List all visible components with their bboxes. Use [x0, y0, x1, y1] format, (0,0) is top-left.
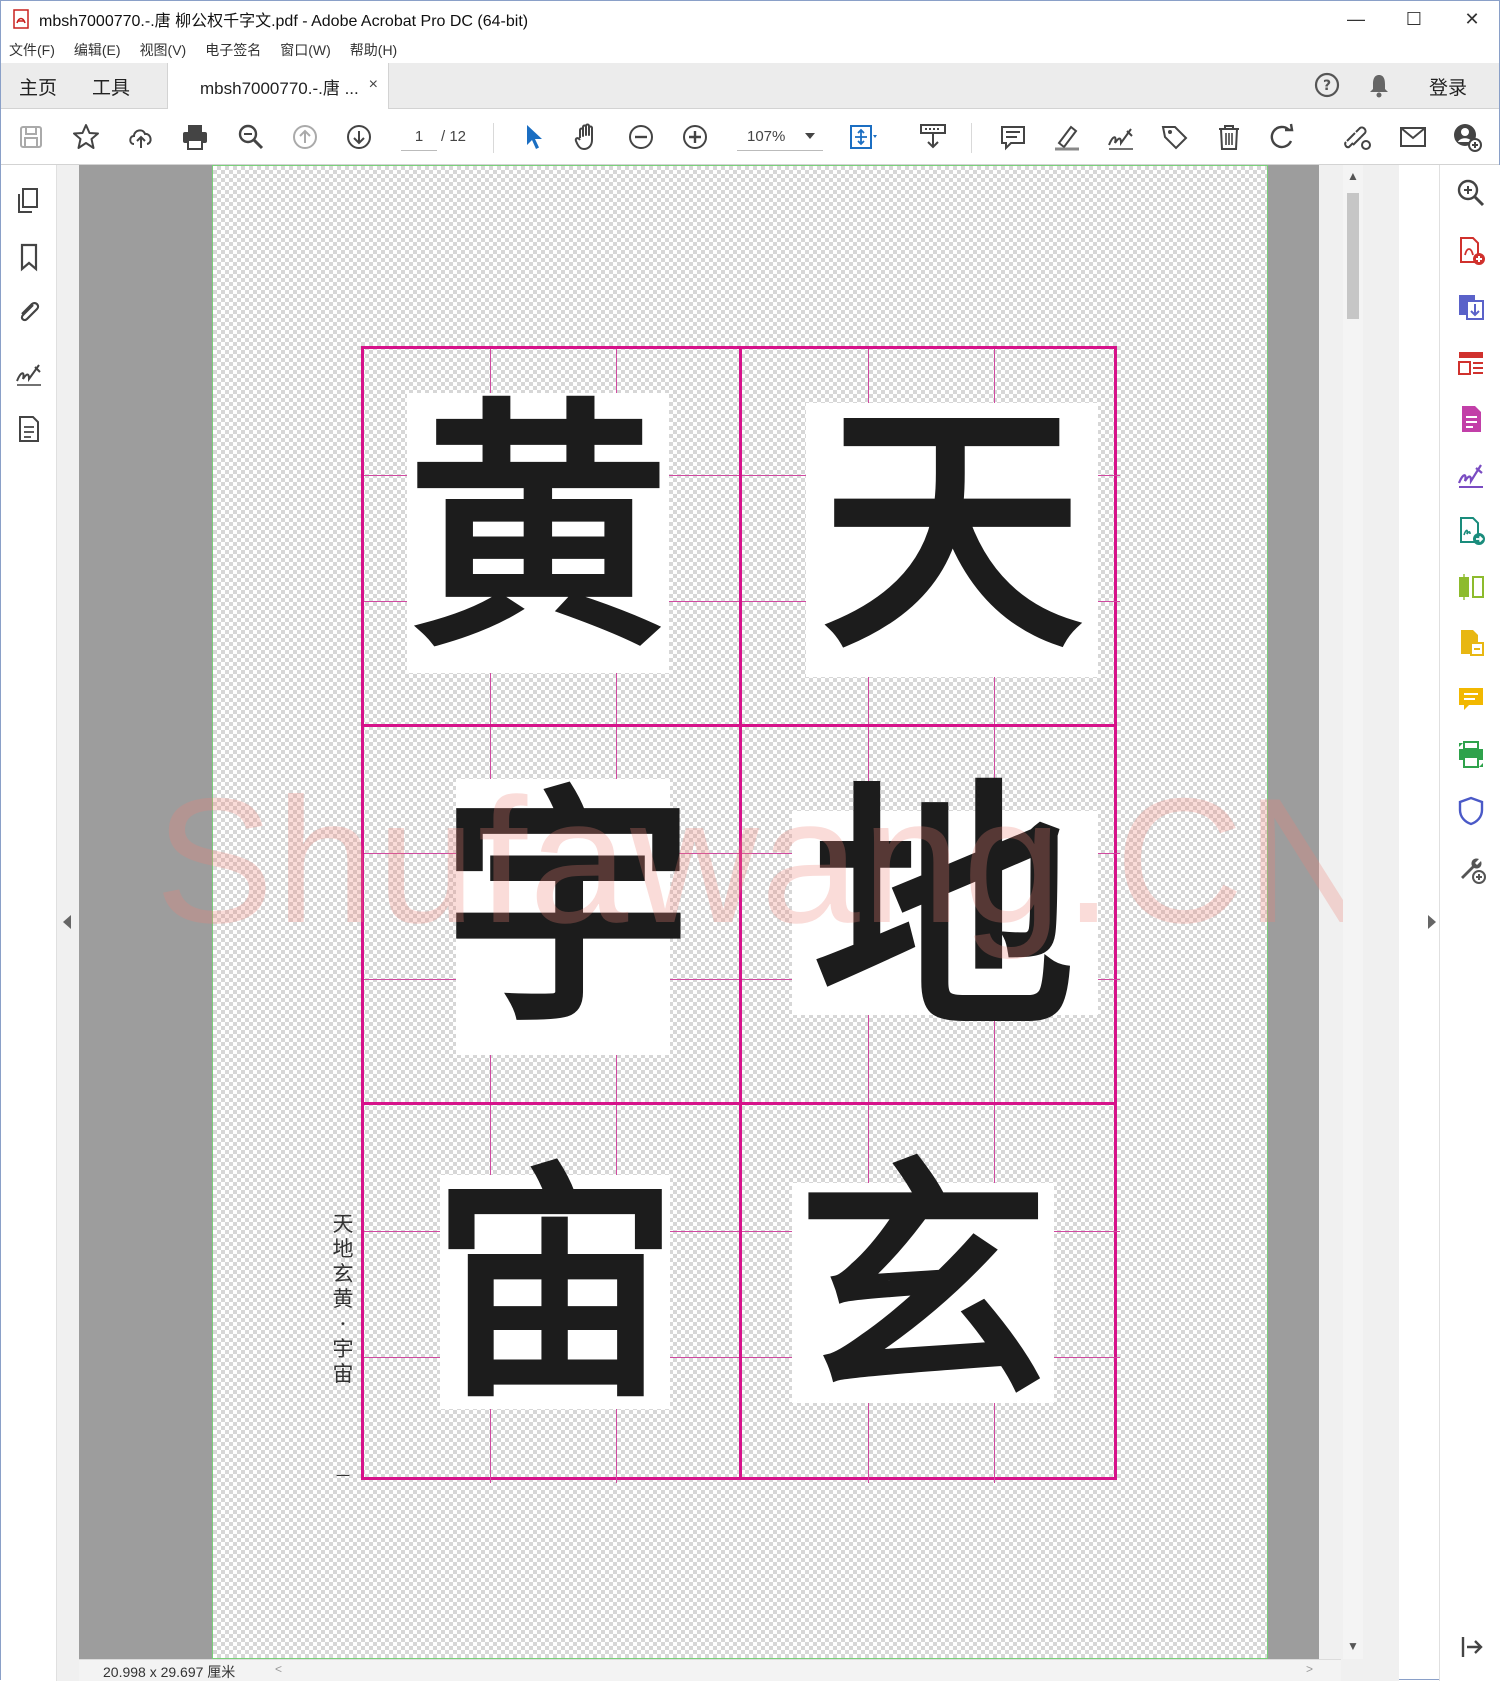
right-tools-panel [1428, 165, 1500, 1681]
scroll-mode-icon[interactable] [917, 121, 949, 153]
page-down-icon[interactable] [343, 121, 375, 153]
scan-icon[interactable] [1455, 627, 1487, 659]
svg-text:?: ? [1323, 78, 1331, 94]
collapse-right-icon[interactable] [1455, 1631, 1487, 1663]
grid-cell: 天 [742, 349, 1120, 727]
menu-edit[interactable]: 编辑(E) [74, 40, 121, 60]
left-navigation-panel [1, 165, 57, 1681]
calligraphy-char-tian: 天 [821, 376, 1083, 684]
left-gutter [57, 165, 79, 1659]
login-button[interactable]: 登录 [1429, 73, 1467, 100]
scroll-thumb[interactable] [1347, 193, 1359, 319]
status-bar: 20.998 x 29.697 厘米 < > [79, 1659, 1341, 1681]
create-pdf-icon[interactable] [1455, 235, 1487, 267]
page-caption: 天地玄黄 · 宇宙 [332, 1212, 354, 1386]
minimize-button[interactable]: — [1327, 1, 1385, 37]
bookmark-star-icon[interactable] [70, 121, 102, 153]
zoom-out-icon[interactable] [625, 121, 657, 153]
rotate-icon[interactable] [1267, 121, 1299, 153]
vertical-scrollbar[interactable]: ▲ ▼ [1343, 165, 1363, 1659]
tab-document[interactable]: mbsh7000770.-.唐 ... × [167, 63, 389, 110]
signature-icon[interactable] [13, 357, 45, 389]
email-icon[interactable] [1397, 121, 1429, 153]
grid-cell: 玄 [742, 1105, 1120, 1483]
delete-icon[interactable] [1213, 121, 1245, 153]
tab-home[interactable]: 主页 [19, 73, 57, 100]
calligraphy-char-huang: 黄 [407, 374, 669, 682]
document-view[interactable]: 黄 天 宇 地 宙 玄 天 地 玄 黄 · 宇 宙 一 Shufawang.CN [57, 165, 1399, 1681]
page-dimensions: 20.998 x 29.697 厘米 [103, 1664, 236, 1680]
tab-document-label: mbsh7000770.-.唐 ... [200, 79, 359, 98]
close-button[interactable]: ✕ [1443, 1, 1500, 37]
page-number-input[interactable]: 1 [401, 123, 437, 151]
zoom-search-icon[interactable] [235, 121, 267, 153]
add-user-icon[interactable] [1451, 121, 1483, 153]
toolbar-separator [971, 123, 972, 153]
tag-icon[interactable] [1159, 121, 1191, 153]
zoom-in-icon[interactable] [679, 121, 711, 153]
more-tools-icon[interactable] [1455, 853, 1487, 885]
help-icon[interactable]: ? [1313, 71, 1341, 99]
collapse-right-pane-icon[interactable] [1428, 915, 1436, 929]
collapse-left-panel-icon[interactable] [63, 915, 71, 929]
export-pdf-icon[interactable] [1455, 291, 1487, 323]
edit-pdf-icon[interactable] [1455, 403, 1487, 435]
tab-close-button[interactable]: × [369, 76, 378, 94]
fit-page-icon[interactable] [847, 121, 879, 153]
hand-icon[interactable] [571, 121, 603, 153]
save-icon[interactable] [15, 121, 47, 153]
zoom-dropdown-caret[interactable] [805, 133, 815, 139]
organize-pages-icon[interactable] [1455, 347, 1487, 379]
maximize-button[interactable]: ☐ [1385, 1, 1443, 37]
attachment-icon[interactable] [13, 297, 45, 329]
protect-icon[interactable] [1455, 795, 1487, 827]
calligraphy-char-xuan: 玄 [796, 1135, 1049, 1431]
toolbar-separator [493, 123, 494, 153]
window-title: mbsh7000770.-.唐 柳公权千字文.pdf - Adobe Acrob… [39, 13, 529, 30]
grid-cell: 宙 [364, 1105, 742, 1483]
select-cursor-icon[interactable] [517, 121, 549, 153]
menu-esign[interactable]: 电子签名 [205, 40, 261, 60]
search-zoom-icon[interactable] [1455, 177, 1487, 209]
bookmark-icon[interactable] [13, 241, 45, 273]
compare-icon[interactable] [1455, 571, 1487, 603]
pages-icon[interactable] [13, 185, 45, 217]
sign-icon[interactable] [1105, 121, 1137, 153]
comment-tool-icon[interactable] [1455, 683, 1487, 715]
scroll-left-icon[interactable]: < [275, 1662, 282, 1676]
menu-help[interactable]: 帮助(H) [350, 40, 397, 60]
send-for-signature-icon[interactable] [1455, 515, 1487, 547]
scroll-down-icon[interactable]: ▼ [1347, 1639, 1359, 1653]
highlight-icon[interactable] [1051, 121, 1083, 153]
tab-bar: 主页 工具 mbsh7000770.-.唐 ... × ? 登录 [1, 63, 1499, 110]
toolbar: 1 / 12 107% [1, 109, 1499, 165]
grid-divider [364, 1102, 1114, 1105]
watermark: Shufawang.CN [155, 761, 1377, 960]
tab-tools[interactable]: 工具 [92, 73, 130, 100]
page-total: / 12 [441, 128, 467, 145]
title-bar: mbsh7000770.-.唐 柳公权千字文.pdf - Adobe Acrob… [1, 1, 1499, 37]
document-properties-icon[interactable] [13, 413, 45, 445]
share-link-icon[interactable] [1341, 121, 1373, 153]
fill-sign-icon[interactable] [1455, 459, 1487, 491]
scroll-right-icon[interactable]: > [1306, 1662, 1313, 1676]
page-up-icon[interactable] [289, 121, 321, 153]
grid-divider [364, 724, 1114, 727]
grid-cell: 黄 [364, 349, 742, 727]
menu-bar: 文件(F) 编辑(E) 视图(V) 电子签名 窗口(W) 帮助(H) [1, 37, 1499, 63]
scroll-up-icon[interactable]: ▲ [1347, 169, 1359, 183]
page-mark: 一 [336, 1468, 350, 1484]
menu-file[interactable]: 文件(F) [9, 40, 55, 60]
menu-view[interactable]: 视图(V) [140, 40, 187, 60]
menu-window[interactable]: 窗口(W) [280, 40, 331, 60]
print-icon[interactable] [179, 121, 211, 153]
notification-bell-icon[interactable] [1365, 71, 1393, 99]
acrobat-window: mbsh7000770.-.唐 柳公权千字文.pdf - Adobe Acrob… [0, 0, 1500, 1681]
acrobat-pdf-icon [13, 9, 29, 29]
print-production-icon[interactable] [1455, 739, 1487, 771]
comment-icon[interactable] [997, 121, 1029, 153]
calligraphy-char-zhou: 宙 [431, 1141, 679, 1432]
cloud-upload-icon[interactable] [125, 121, 157, 153]
